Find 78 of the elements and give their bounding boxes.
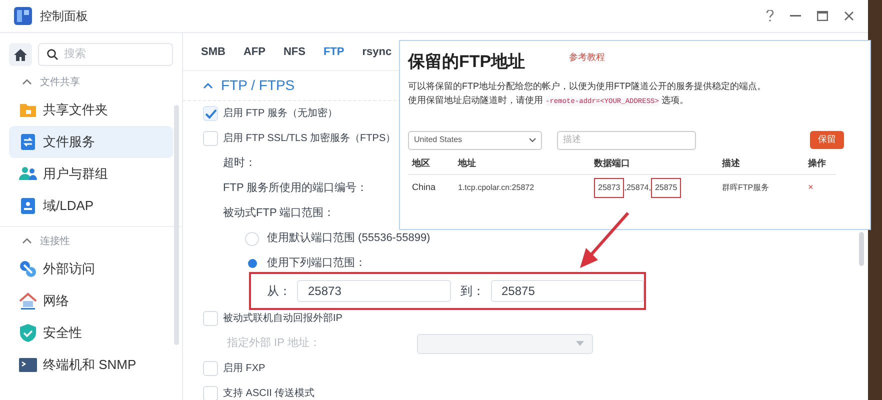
checkbox[interactable] [203, 106, 218, 121]
sidebar-item[interactable]: 网络 [9, 285, 173, 317]
sidebar-item[interactable]: 域/LDAP [9, 190, 173, 222]
sidebar-item[interactable]: 终端机和 SNMP [9, 349, 173, 381]
sidebar-item[interactable]: 外部访问 [9, 253, 173, 285]
users-icon [19, 166, 37, 182]
minimize-icon[interactable] [790, 15, 801, 17]
region-select[interactable]: United States [408, 130, 542, 150]
panel-title: 保留的FTP地址 [408, 51, 526, 73]
checkbox[interactable] [203, 311, 218, 326]
terminal-icon [19, 358, 37, 372]
chevron-up-icon[interactable] [22, 238, 32, 244]
search-icon [46, 49, 58, 60]
checkbox-label: 被动式联机自动回报外部IP [223, 312, 342, 326]
tab[interactable]: AFP [243, 44, 266, 70]
sidebar-item[interactable]: 安全性 [9, 317, 173, 349]
dropdown-arrow-icon [576, 341, 584, 346]
table-cell-text: China [412, 180, 437, 194]
help-icon[interactable] [766, 10, 774, 22]
checkbox[interactable] [203, 361, 218, 376]
column-header: 地区 [412, 157, 431, 170]
tutorial-link[interactable]: 参考教程 [569, 51, 606, 64]
sidebar-item[interactable]: 共享文件夹 [9, 94, 173, 126]
house-icon [19, 292, 37, 310]
setting-label: FTP 服务所使用的端口编号： [223, 181, 368, 196]
radio-label: 使用默认端口范围 (55536-55899) [267, 231, 430, 246]
checkbox[interactable] [203, 386, 218, 400]
chevron-down-icon [529, 138, 536, 142]
column-header: 地址 [458, 157, 477, 170]
setting-label: 超时： [223, 156, 256, 172]
tab[interactable]: rsync [362, 44, 392, 70]
tab[interactable]: NFS [283, 44, 306, 70]
sidebar-item[interactable]: 用户与群组 [9, 158, 173, 190]
maximize-icon[interactable] [817, 11, 828, 21]
tab[interactable]: SMB [201, 44, 226, 70]
to-input[interactable]: 25875 [490, 280, 644, 302]
highlighted-port: 25873 [594, 178, 624, 198]
setting-label: 指定外部 IP 地址： [227, 336, 322, 352]
section-header: 连接性 [40, 234, 70, 248]
window-title: 控制面板 [40, 8, 88, 25]
from-label: 从： [267, 283, 287, 300]
section-header: 文件共享 [40, 76, 80, 90]
column-header: 数据端口 [594, 157, 631, 170]
table-cell-text: 群晖FTP服务 [722, 182, 770, 194]
checkbox[interactable] [203, 131, 218, 146]
column-header: 描述 [722, 157, 741, 170]
table-cell: ,25874, [624, 182, 651, 194]
to-label: 到： [460, 283, 480, 300]
link-icon [19, 260, 37, 278]
arrow-annotation [578, 212, 630, 270]
radio-label: 使用下列端口范围： [267, 256, 366, 272]
home-icon [14, 48, 27, 60]
checkbox-label: 启用 FXP [223, 362, 266, 376]
checkbox-label: 支持 ASCII 传送模式 [223, 386, 315, 400]
home-button[interactable] [9, 43, 32, 66]
close-icon[interactable] [844, 11, 854, 21]
id-card-icon [21, 198, 35, 214]
chevron-up-icon[interactable] [203, 82, 213, 88]
tab[interactable]: FTP [323, 44, 344, 70]
file-service-icon [20, 133, 36, 151]
table-cell-text: 1.tcp.cpolar.cn:25872 [458, 182, 536, 194]
sidebar-item[interactable]: 文件服务 [9, 126, 173, 158]
scrollbar[interactable] [174, 105, 179, 345]
chevron-up-icon[interactable] [22, 79, 32, 85]
app-logo-icon [14, 7, 32, 25]
from-input[interactable]: 25873 [297, 280, 450, 302]
checkbox-label: 启用 FTP 服务（无加密） [223, 106, 338, 121]
reserve-button[interactable]: 保留 [810, 131, 844, 149]
setting-label: 被动式FTP 端口范围： [223, 206, 335, 222]
checkbox-label: 启用 FTP SSL/TLS 加密服务（FTPS） [223, 132, 396, 146]
highlighted-port: 25875 [650, 178, 682, 198]
folder-icon [19, 102, 37, 118]
radio-button[interactable] [245, 232, 259, 246]
section-title: FTP / FTPS [221, 76, 295, 95]
delete-button[interactable]: × [808, 180, 848, 194]
column-header: 操作 [808, 157, 827, 170]
shield-icon [20, 324, 36, 342]
scrollbar[interactable] [859, 232, 864, 266]
